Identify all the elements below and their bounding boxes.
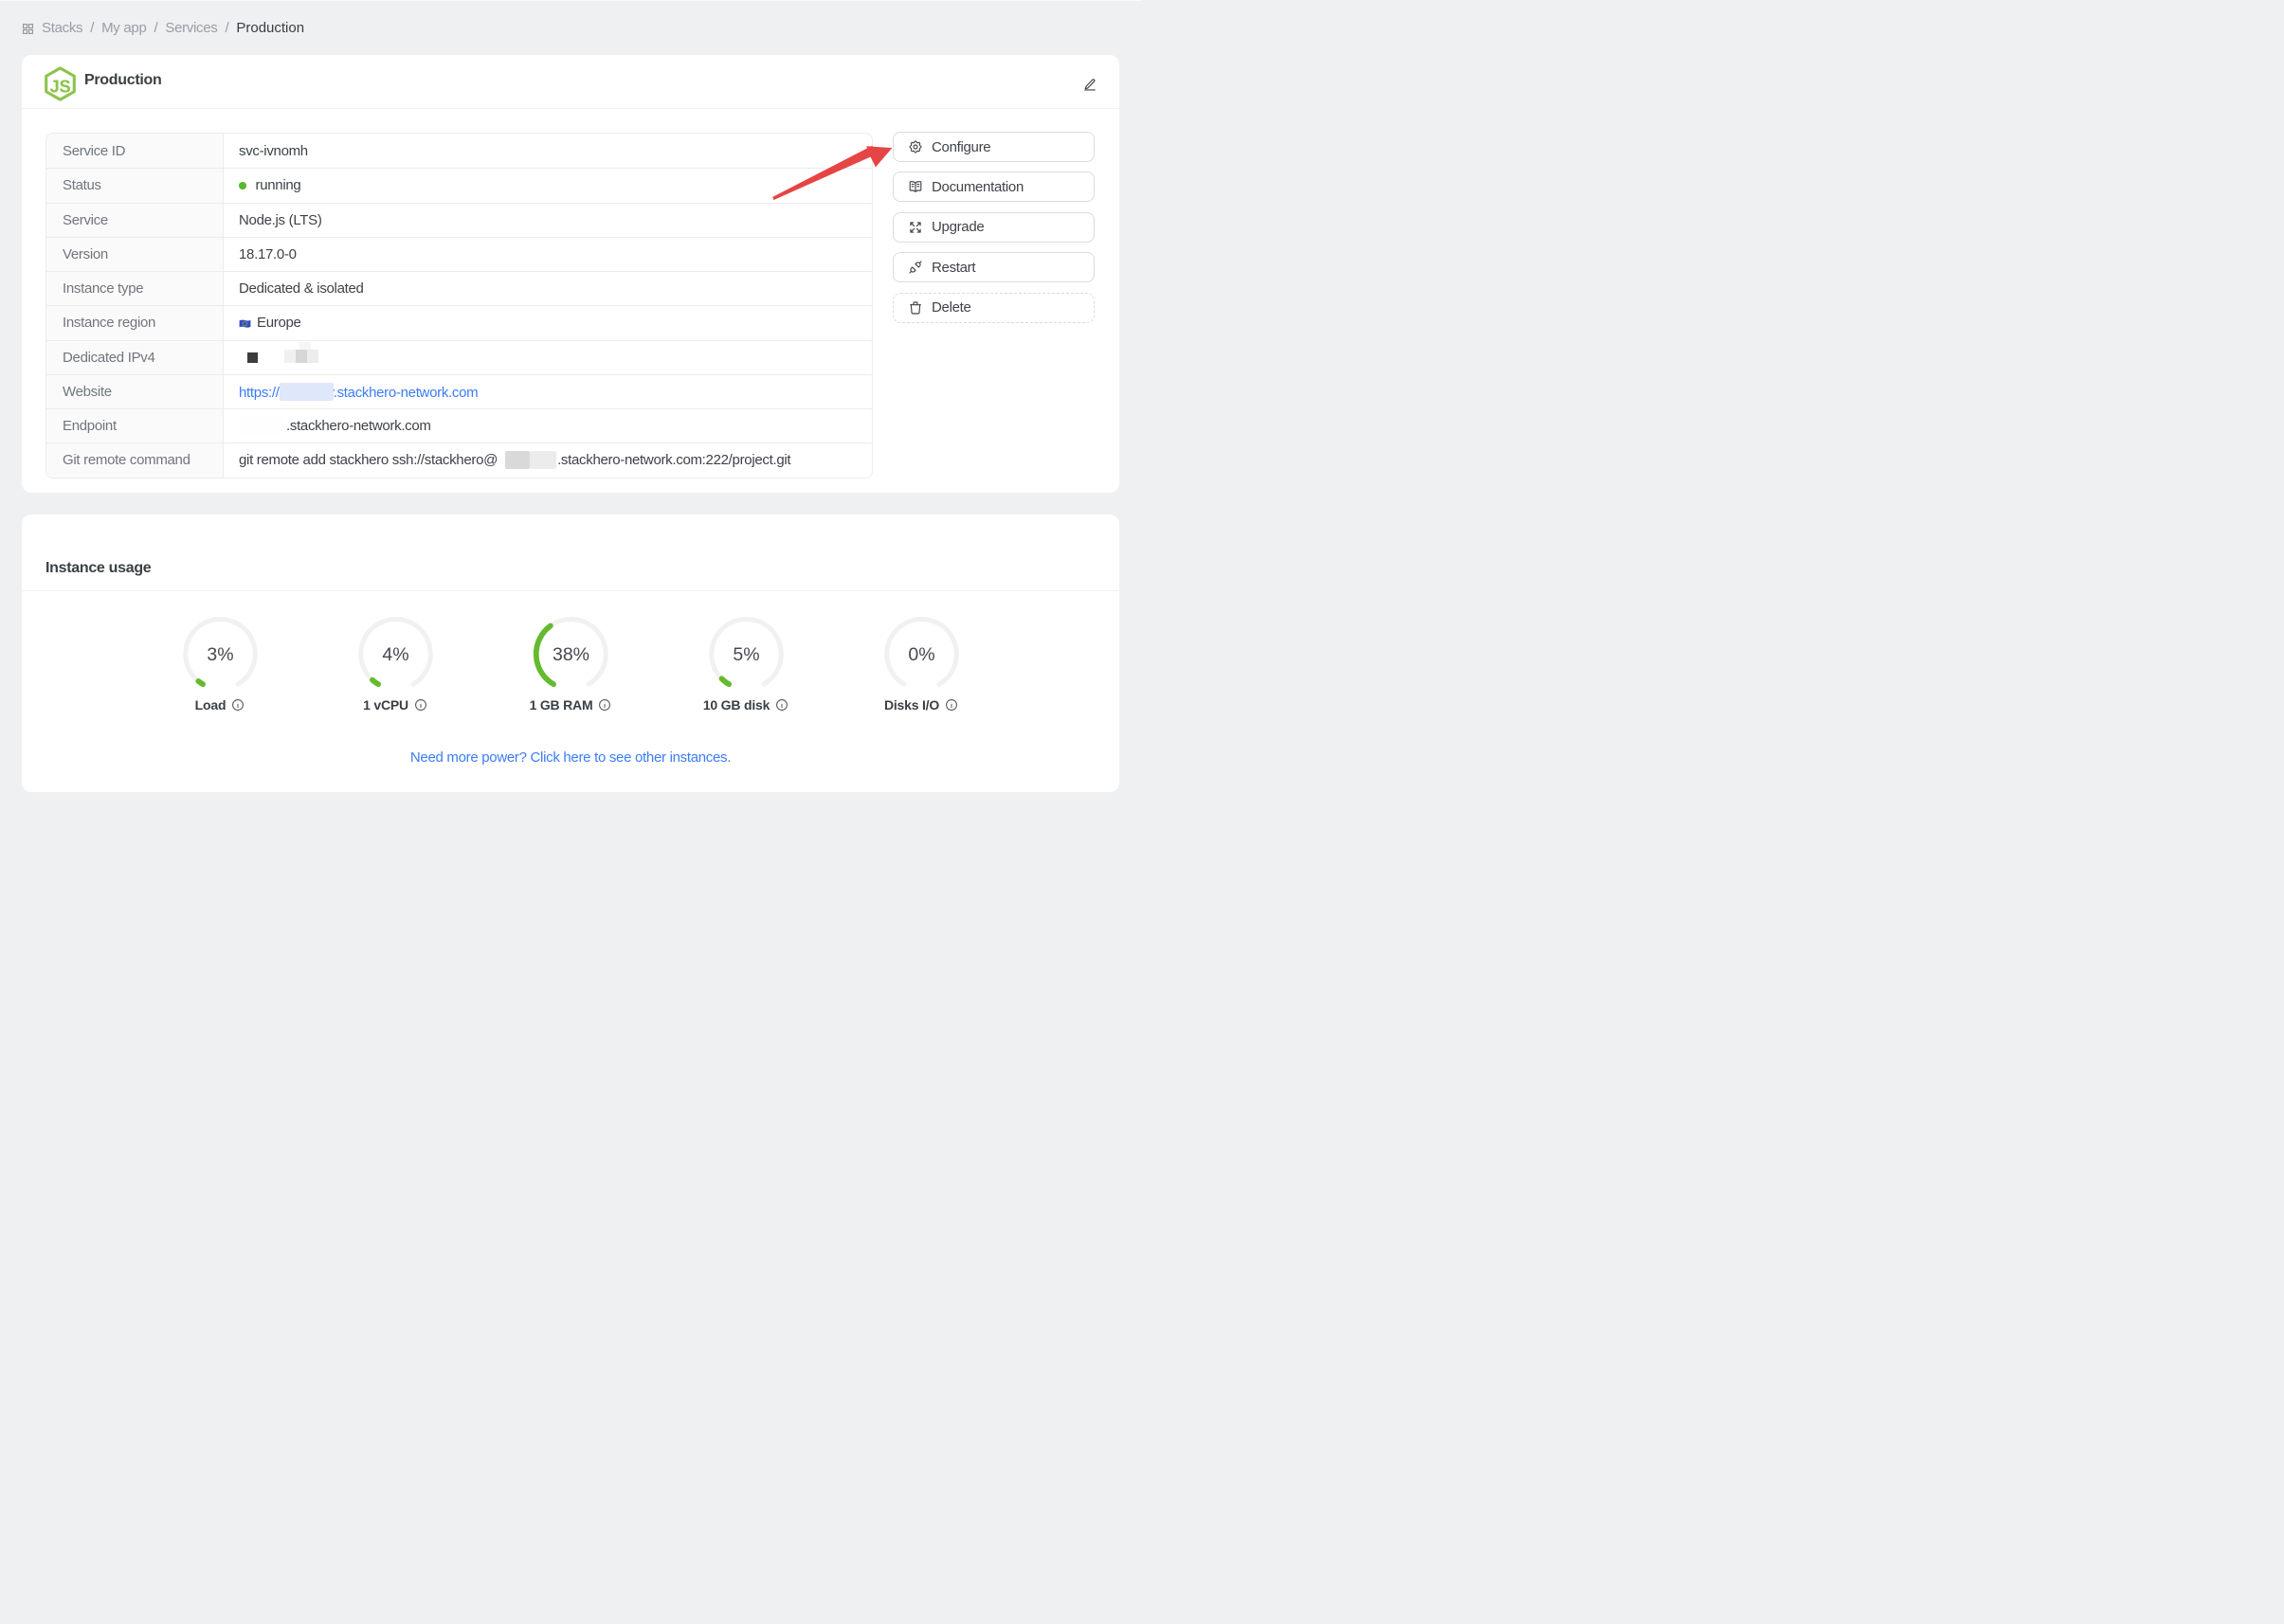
svg-text:5%: 5% — [733, 644, 759, 665]
svg-text:0%: 0% — [908, 644, 934, 665]
svg-text:4%: 4% — [382, 644, 408, 665]
svg-text:38%: 38% — [552, 644, 589, 665]
svg-text:3%: 3% — [207, 644, 233, 665]
svg-text:JS: JS — [50, 78, 71, 97]
